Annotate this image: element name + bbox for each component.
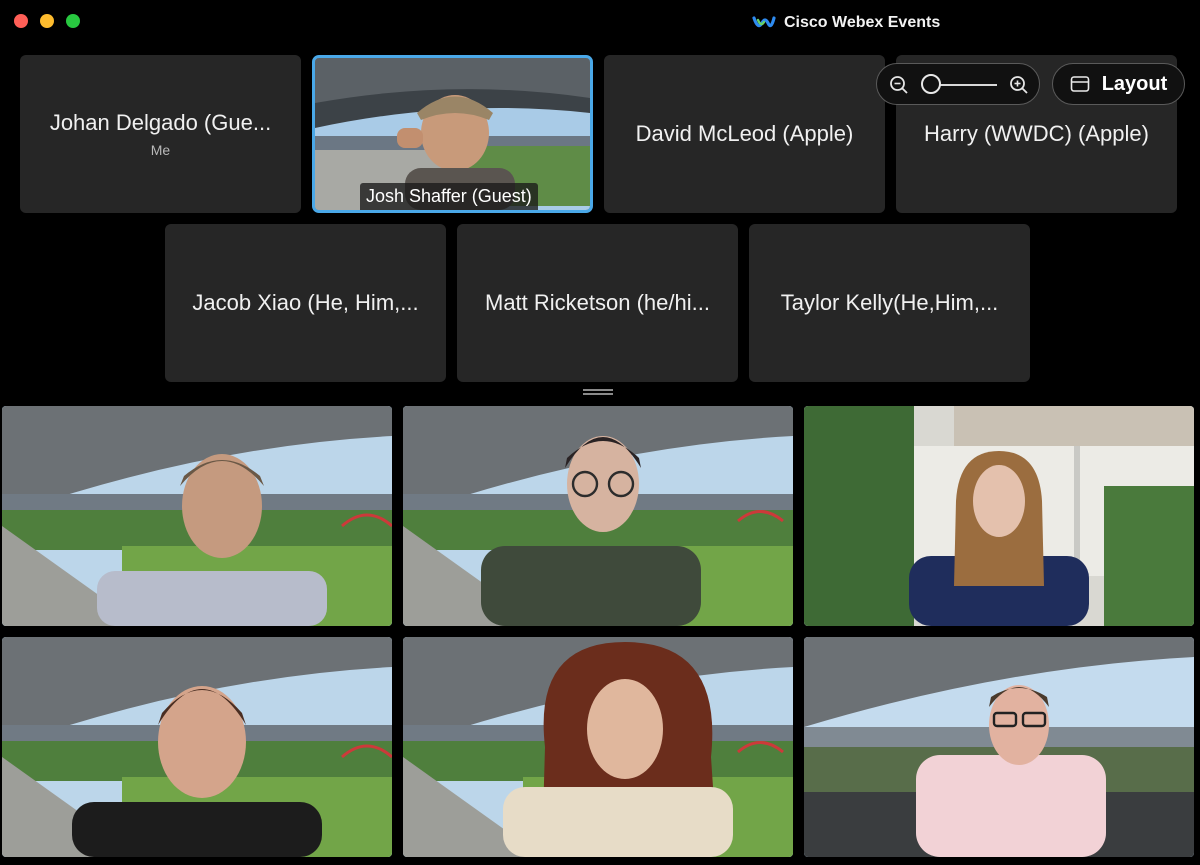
participant-tile[interactable]: Jacob Xiao (He, Him,... (165, 224, 446, 382)
active-speaker-tile[interactable]: Josh Shaffer (Guest) (312, 55, 593, 213)
participant-tile[interactable]: Taylor Kelly(He,Him,... (749, 224, 1030, 382)
webex-logo-icon (752, 16, 776, 28)
app-title: Cisco Webex Events (752, 12, 940, 34)
participant-name: Jacob Xiao (He, Him,... (192, 290, 419, 315)
zoom-out-icon[interactable] (889, 75, 909, 95)
participant-video (804, 406, 1194, 626)
close-window-button[interactable] (14, 14, 28, 28)
participant-name: Taylor Kelly(He,Him,... (780, 290, 999, 315)
resize-handle[interactable] (583, 389, 613, 395)
participant-tile[interactable]: Matt Ricketson (he/hi... (457, 224, 738, 382)
video-tile[interactable] (804, 637, 1194, 857)
layout-button[interactable]: Layout (1052, 63, 1185, 105)
participant-tile[interactable]: David McLeod (Apple) (604, 55, 885, 213)
app-title-text: Cisco Webex Events (784, 14, 941, 31)
participant-video (2, 637, 392, 857)
layout-button-label: Layout (1101, 72, 1168, 95)
participant-video (2, 406, 392, 626)
zoom-slider-track[interactable] (933, 84, 997, 86)
zoom-window-button[interactable] (66, 14, 80, 28)
minimize-window-button[interactable] (40, 14, 54, 28)
title-bar: Cisco Webex Events (0, 0, 1200, 44)
participant-video (804, 637, 1194, 857)
zoom-in-icon[interactable] (1009, 75, 1029, 95)
zoom-controls (876, 63, 1040, 105)
participant-tile[interactable]: Johan Delgado (Gue... Me (20, 55, 301, 213)
video-tile[interactable] (403, 637, 793, 857)
participant-name: David McLeod (Apple) (635, 121, 854, 146)
layout-icon (1070, 76, 1090, 92)
participant-video (403, 637, 793, 857)
participant-video (403, 406, 793, 626)
active-speaker-name: Josh Shaffer (Guest) (360, 183, 538, 210)
video-tile[interactable] (403, 406, 793, 626)
participant-name: Johan Delgado (Gue... (49, 110, 272, 135)
participant-me-label: Me (150, 142, 171, 158)
zoom-slider-handle[interactable] (921, 74, 941, 94)
participant-name: Harry (WWDC) (Apple) (924, 121, 1149, 146)
video-tile[interactable] (804, 406, 1194, 626)
participant-name: Matt Ricketson (he/hi... (485, 290, 710, 315)
video-tile[interactable] (2, 637, 392, 857)
video-tile[interactable] (2, 406, 392, 626)
